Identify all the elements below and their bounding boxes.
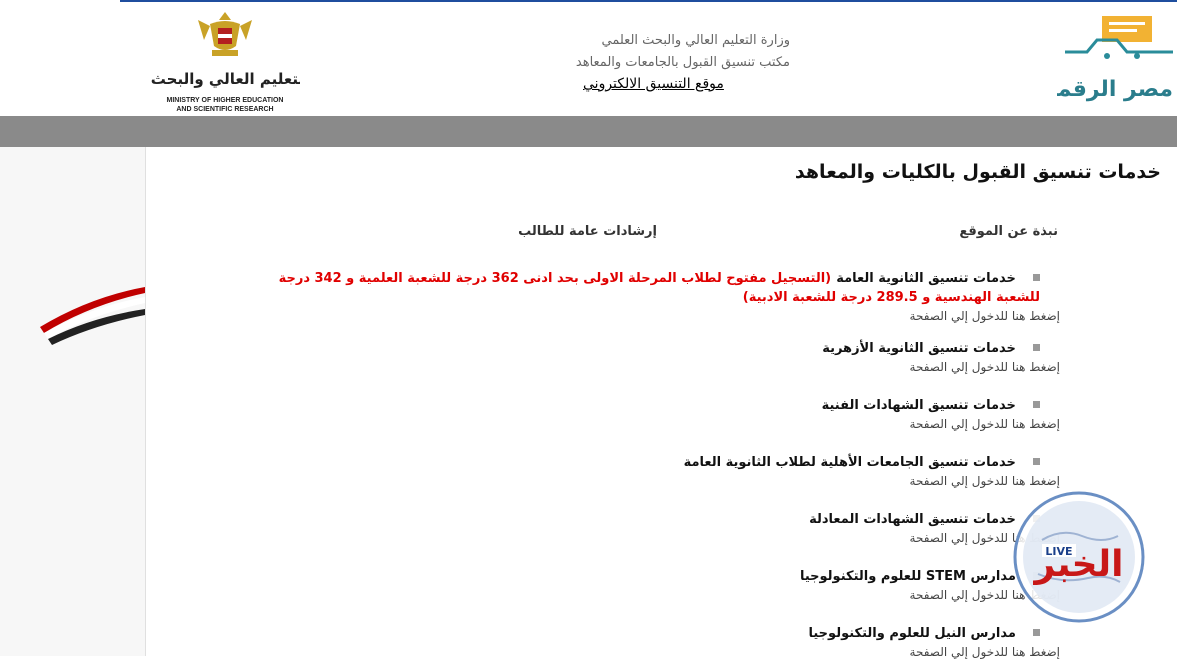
bullet-icon bbox=[1033, 274, 1040, 281]
enter-page-link[interactable]: إضغط هنا للدخول إلي الصفحة bbox=[822, 417, 1060, 431]
bullet-icon bbox=[1033, 458, 1040, 465]
ministry-lines: وزارة التعليم العالي والبحث العلمي مكتب … bbox=[540, 30, 790, 74]
digital-egypt-logo: مصر الرقمية bbox=[1057, 16, 1173, 102]
service-title[interactable]: مدارس STEM للعلوم والتكنولوجيا bbox=[800, 569, 1016, 584]
service-title[interactable]: خدمات تنسيق الجامعات الأهلية لطلاب الثان… bbox=[684, 455, 1016, 470]
list-item: خدمات تنسيق الثانوية الأزهرية إضغط هنا ل… bbox=[822, 337, 1060, 374]
service-title[interactable]: خدمات تنسيق الشهادات المعادلة bbox=[809, 512, 1016, 527]
e-coordination-site-link[interactable]: موقع التنسيق الالكتروني bbox=[583, 76, 724, 92]
service-title[interactable]: خدمات تنسيق الثانوية الأزهرية bbox=[822, 341, 1016, 356]
service-title[interactable]: خدمات تنسيق الثانوية العامة bbox=[836, 271, 1016, 286]
nav-bar bbox=[0, 116, 1177, 147]
enter-page-link[interactable]: إضغط هنا للدخول إلي الصفحة bbox=[250, 309, 1060, 323]
flag-swoosh-graphic bbox=[40, 287, 145, 345]
site-header: مصر الرقمية وزارة التعليم العالي والبحث … bbox=[0, 2, 1177, 116]
enter-page-link[interactable]: إضغط هنا للدخول إلي الصفحة bbox=[684, 474, 1060, 488]
news-watermark-logo: الخبر LIVE bbox=[1013, 491, 1145, 623]
ministry-name: وزارة التعليم العالي والبحث العلمي bbox=[601, 33, 790, 48]
office-name: مكتب تنسيق القبول بالجامعات والمعاهد bbox=[575, 55, 790, 70]
ministry-logo-arabic: وزارة التعليم العالي والبحث العلمي bbox=[150, 70, 300, 88]
enter-page-link[interactable]: إضغط هنا للدخول إلي الصفحة bbox=[808, 645, 1060, 659]
bullet-icon bbox=[1033, 401, 1040, 408]
list-item: مدارس STEM للعلوم والتكنولوجيا إضغط هنا … bbox=[800, 565, 1060, 602]
digital-egypt-logo-text: مصر الرقمية bbox=[1057, 77, 1173, 102]
list-item: خدمات تنسيق الثانوية العامة (التسجيل مفت… bbox=[250, 267, 1060, 323]
tab-about-site[interactable]: نبذة عن الموقع bbox=[959, 224, 1058, 239]
bullet-icon bbox=[1033, 344, 1040, 351]
page-title: خدمات تنسيق القبول بالكليات والمعاهد bbox=[794, 161, 1161, 183]
service-title[interactable]: خدمات تنسيق الشهادات الفنية bbox=[822, 398, 1016, 413]
ministry-logo-english: MINISTRY OF HIGHER EDUCATION AND SCIENTI… bbox=[166, 97, 284, 113]
tab-student-guidance[interactable]: إرشادات عامة للطالب bbox=[518, 224, 657, 239]
list-item: خدمات تنسيق الشهادات الفنية إضغط هنا للد… bbox=[822, 394, 1060, 431]
watermark-live: LIVE bbox=[1045, 545, 1072, 558]
service-title[interactable]: مدارس النيل للعلوم والتكنولوجيا bbox=[808, 626, 1015, 641]
list-item: خدمات تنسيق الجامعات الأهلية لطلاب الثان… bbox=[684, 451, 1060, 488]
left-decoration bbox=[0, 147, 145, 656]
bullet-icon bbox=[1033, 629, 1040, 636]
list-item: مدارس النيل للعلوم والتكنولوجيا إضغط هنا… bbox=[808, 622, 1060, 659]
list-item: خدمات تنسيق الشهادات المعادلة إضغط هنا ل… bbox=[809, 508, 1060, 545]
enter-page-link[interactable]: إضغط هنا للدخول إلي الصفحة bbox=[822, 360, 1060, 374]
